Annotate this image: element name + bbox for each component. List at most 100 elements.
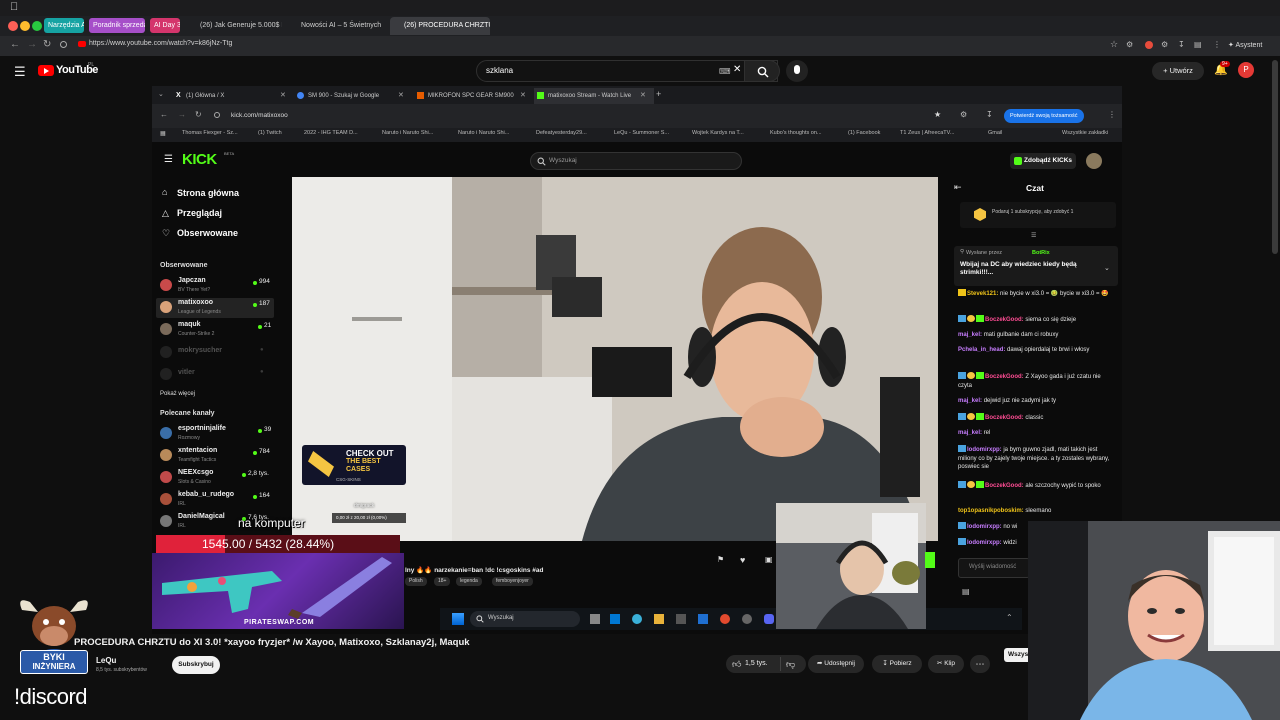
followed-channel-offline[interactable]: mokrysucher ● xyxy=(156,344,274,362)
tag-chip[interactable]: Polish xyxy=(405,577,427,586)
thumbs-down-icon[interactable]: 👎︎ xyxy=(786,655,795,673)
gear-icon[interactable]: ⚙ xyxy=(1161,40,1168,49)
search-button[interactable] xyxy=(744,60,780,82)
voice-search-button[interactable] xyxy=(786,60,808,82)
pirateswap-ad[interactable]: PIRATESWAP.COM xyxy=(152,553,404,629)
nav-following[interactable]: Obserwowane xyxy=(177,228,238,238)
outlook-icon[interactable] xyxy=(610,614,620,624)
task-view-icon[interactable] xyxy=(590,614,600,624)
sidebar-icon[interactable]: ▤ xyxy=(1194,40,1202,49)
close-tab-icon[interactable]: ✕ xyxy=(280,91,286,99)
page-scrollbar[interactable] xyxy=(1272,60,1278,254)
notification-bell-icon[interactable]: ⚑ xyxy=(717,555,724,564)
reload-icon[interactable]: ↻ xyxy=(43,39,51,50)
search-input[interactable]: szklana xyxy=(486,66,513,75)
pinned-tab-ai-tools[interactable]: Narzędzia AI xyxy=(44,18,84,33)
bookmark-item[interactable]: Wojtek Kardys na T... xyxy=(692,130,762,136)
recommended-channel[interactable]: esportninjalife Rozmowy 39 xyxy=(156,424,274,444)
site-info-icon[interactable] xyxy=(214,112,220,118)
assistant-button[interactable]: ✦ Asystent xyxy=(1228,41,1262,49)
forward-icon[interactable]: → xyxy=(27,39,37,50)
maximize-window-icon[interactable] xyxy=(32,21,42,31)
tag-chip[interactable]: femboyenjoyer xyxy=(492,577,533,586)
all-bookmarks[interactable]: Wszystkie zakładki xyxy=(1062,130,1118,136)
clip-button[interactable]: ✂ Klip xyxy=(928,655,964,673)
user-avatar[interactable]: P xyxy=(1238,62,1254,78)
new-tab-icon[interactable]: + xyxy=(656,89,661,99)
thumbs-up-icon[interactable]: 👍︎ xyxy=(732,655,741,673)
chat-input[interactable]: Wyślij wiadomość xyxy=(958,558,1030,578)
bookmark-item[interactable]: Kubo's thoughts on... xyxy=(770,130,844,136)
bookmark-item[interactable]: (1) Twitch xyxy=(258,130,298,136)
pinned-tab-sales-guide[interactable]: Poradnik sprzedaż xyxy=(89,18,145,33)
folder-icon[interactable] xyxy=(654,614,664,624)
extensions-icon[interactable]: ⚙ xyxy=(1126,40,1133,49)
subscribe-button[interactable]: Subskrybuj xyxy=(172,656,220,674)
csgoskins-ad-banner[interactable]: CHECK OUT THE BEST CASES CSG-SKINS xyxy=(302,445,406,485)
star-icon[interactable]: ★ xyxy=(934,110,941,119)
back-icon[interactable]: ← xyxy=(160,110,168,119)
bookmark-item[interactable]: Gmail xyxy=(988,130,1018,136)
clear-search-icon[interactable]: ✕ xyxy=(733,64,741,75)
like-count[interactable]: 1,5 tys. xyxy=(745,655,768,673)
hamburger-menu-icon[interactable]: ☰ xyxy=(14,64,26,80)
store-icon[interactable] xyxy=(676,614,686,624)
followed-channel-offline[interactable]: vitler ● xyxy=(156,366,274,384)
chevron-up-icon[interactable]: ⌃ xyxy=(1006,613,1013,622)
download-icon[interactable]: ↧ xyxy=(986,110,993,119)
edge-icon[interactable] xyxy=(632,614,642,624)
nav-home[interactable]: Strona główna xyxy=(177,188,239,198)
nav-browse[interactable]: Przeglądaj xyxy=(177,208,222,218)
bookmark-item[interactable]: LeQu - Summoner S... xyxy=(614,130,686,136)
bookmark-item[interactable]: Defeatyesterday29... xyxy=(536,130,606,136)
gift-icon[interactable]: ▤ xyxy=(962,587,970,596)
close-tab-icon[interactable]: ✕ xyxy=(398,91,404,99)
chrome-icon[interactable] xyxy=(720,614,730,624)
tab-nowosci-ai[interactable]: Nowości AI – 5 Świetnych P xyxy=(287,17,383,35)
user-avatar[interactable] xyxy=(1086,153,1102,169)
extensions-icon[interactable]: ⚙ xyxy=(960,110,967,119)
followed-channel-japczan[interactable]: Japczan BV There Yet? 994 xyxy=(156,276,274,296)
pinned-tab-ai-day[interactable]: AI Day 3 xyxy=(150,18,180,33)
more-actions-icon[interactable]: ⋯ xyxy=(970,655,990,673)
discord-icon[interactable] xyxy=(764,614,774,624)
recommended-channel[interactable]: NEEXcsgo Slots & Casino 2,8 tys. xyxy=(156,468,274,488)
filter-icon[interactable]: ☰ xyxy=(1031,232,1036,239)
taskbar-search[interactable]: Wyszukaj xyxy=(470,611,580,627)
keyboard-icon[interactable]: ⌨ xyxy=(719,67,731,76)
share-button[interactable]: ➦ Udostępnij xyxy=(808,655,864,673)
youtube-logo-icon[interactable] xyxy=(38,65,54,76)
create-button[interactable]: + Utwórz xyxy=(1152,62,1204,80)
inner-tab-kick[interactable]: matixoxoo Stream - Watch Live xyxy=(534,88,654,104)
menu-dots-icon[interactable]: ⋮ xyxy=(1213,40,1221,49)
app-icon[interactable] xyxy=(698,614,708,624)
chevron-down-icon[interactable]: ⌄ xyxy=(1104,264,1110,272)
pinned-message[interactable]: ⚲ Wysłane przez BotRix Wbijaj na DC aby … xyxy=(954,246,1118,286)
search-input-wrap[interactable]: szklana ⌨ ✕ xyxy=(476,60,778,82)
site-info-icon[interactable] xyxy=(60,41,67,48)
star-icon[interactable]: ☆ xyxy=(1110,39,1118,50)
windows-start-icon[interactable] xyxy=(452,613,464,625)
inner-tab-mikrofon[interactable]: MIKROFON SPC GEAR SM900 xyxy=(414,88,532,104)
url-field[interactable]: https://www.youtube.com/watch?v=k86jNz-T… xyxy=(89,40,232,47)
recommended-channel[interactable]: kebab_u_rudego IRL 164 xyxy=(156,490,274,510)
followed-channel-maquk[interactable]: maquk Counter-Strike 2 21 xyxy=(156,320,274,340)
minimize-window-icon[interactable] xyxy=(20,21,30,31)
bookmark-item[interactable]: 2022 - IHG TEAM D... xyxy=(304,130,376,136)
followed-channel-matixoxoo[interactable]: matixoxoo League of Legends 187 xyxy=(156,298,274,318)
bookmark-item[interactable]: T1 Zeus | AfreecaTV... xyxy=(900,130,982,136)
verify-identity-button[interactable]: Potwierdź swoją tożsamość xyxy=(1004,109,1084,123)
recommended-channel[interactable]: xntentacion Teamfight Tactics 784 xyxy=(156,446,274,466)
chat-send-button[interactable] xyxy=(925,552,935,568)
collapse-chat-icon[interactable]: ⇤ xyxy=(954,182,962,193)
close-tab-icon[interactable]: ✕ xyxy=(520,91,526,99)
bookmark-item[interactable]: Naruto i Naruto Shi... xyxy=(382,130,452,136)
apps-icon[interactable]: ▦ xyxy=(160,130,166,137)
bookmark-item[interactable]: (1) Facebook xyxy=(848,130,894,136)
close-tab-icon[interactable]: ✕ xyxy=(640,91,646,99)
inner-url-field[interactable]: kick.com/matixoxoo xyxy=(231,112,288,119)
tab-jak-generuje[interactable]: (26) Jak Generuje 5.000$ D xyxy=(186,17,282,35)
stream-video[interactable]: CHECK OUT THE BEST CASES CSG-SKINS dmigr… xyxy=(292,177,938,541)
menu-dots-icon[interactable]: ⋮ xyxy=(1108,110,1116,119)
tag-chip[interactable]: legenda xyxy=(456,577,482,586)
